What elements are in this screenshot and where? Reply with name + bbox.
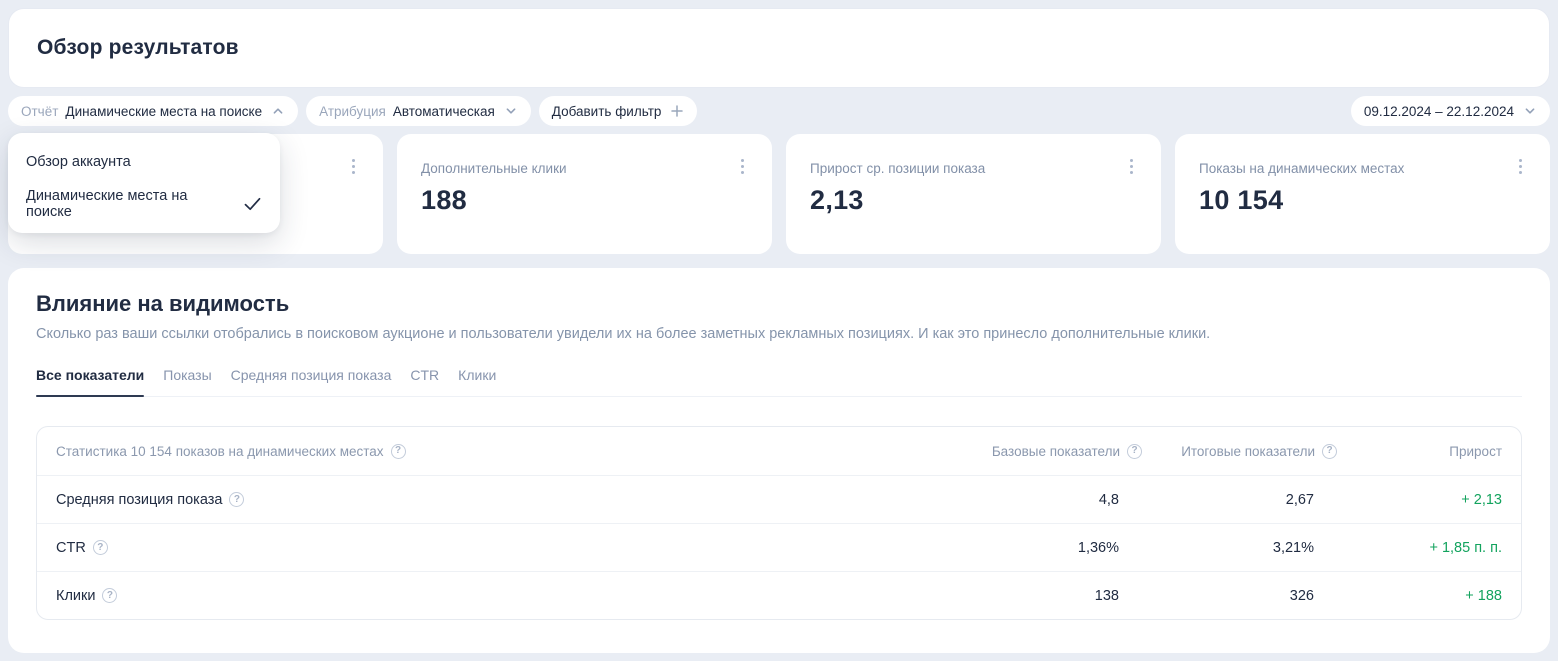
- report-filter-pill[interactable]: Отчёт Динамические места на поиске: [8, 96, 298, 126]
- dropdown-item-dynamic-places[interactable]: Динамические места на поиске: [8, 183, 280, 225]
- card-menu-button[interactable]: [730, 154, 754, 178]
- kebab-icon: [741, 159, 744, 162]
- kebab-icon: [1519, 159, 1522, 162]
- card-menu-button[interactable]: [1119, 154, 1143, 178]
- cell-growth: + 2,13: [1337, 492, 1502, 508]
- help-icon[interactable]: ?: [93, 540, 108, 555]
- help-icon[interactable]: ?: [102, 588, 117, 603]
- results-overview-page: Обзор результатов Отчёт Динамические мес…: [0, 0, 1558, 661]
- attribution-filter-value: Автоматическая: [393, 104, 495, 119]
- tab-clicks[interactable]: Клики: [458, 367, 496, 396]
- date-range-picker[interactable]: 09.12.2024 – 22.12.2024: [1351, 96, 1550, 126]
- table-row-clicks: Клики ? 138 326 + 188: [37, 571, 1521, 619]
- attribution-filter-label: Атрибуция: [319, 104, 386, 119]
- summary-card-extra-clicks: Дополнительные клики 188: [397, 134, 772, 254]
- dropdown-item-label: Динамические места на поиске: [26, 188, 234, 220]
- column-header-growth: Прирост: [1337, 444, 1502, 459]
- stats-table: Статистика 10 154 показов на динамически…: [36, 426, 1522, 620]
- report-filter-value: Динамические места на поиске: [65, 104, 262, 119]
- tab-ctr[interactable]: CTR: [410, 367, 439, 396]
- summary-card-avg-position-growth: Прирост ср. позиции показа 2,13: [786, 134, 1161, 254]
- cell-base: 1,36%: [942, 540, 1142, 556]
- cell-final: 2,67: [1142, 492, 1337, 508]
- card-label: Дополнительные клики: [421, 161, 748, 176]
- table-title: Статистика 10 154 показов на динамически…: [56, 444, 384, 459]
- tab-impressions[interactable]: Показы: [163, 367, 211, 396]
- table-row-avg-position: Средняя позиция показа ? 4,8 2,67 + 2,13: [37, 475, 1521, 523]
- report-dropdown: Обзор аккаунта Динамические места на пои…: [8, 133, 280, 233]
- attribution-filter-pill[interactable]: Атрибуция Автоматическая: [306, 96, 531, 126]
- kebab-icon: [1130, 159, 1133, 162]
- card-menu-button[interactable]: [1508, 154, 1532, 178]
- dropdown-item-account-overview[interactable]: Обзор аккаунта: [8, 141, 280, 183]
- section-title: Влияние на видимость: [36, 291, 1522, 317]
- add-filter-button[interactable]: Добавить фильтр: [539, 96, 698, 126]
- column-header-base: Базовые показатели ?: [942, 444, 1142, 459]
- plus-icon: [670, 104, 684, 118]
- tab-all-metrics[interactable]: Все показатели: [36, 367, 144, 396]
- date-range-value: 09.12.2024 – 22.12.2024: [1364, 104, 1514, 119]
- add-filter-label: Добавить фильтр: [552, 104, 662, 119]
- help-icon[interactable]: ?: [1127, 444, 1142, 459]
- card-value: 2,13: [810, 185, 1137, 216]
- visibility-section: Влияние на видимость Сколько раз ваши сс…: [8, 268, 1550, 653]
- cell-base: 138: [942, 588, 1142, 604]
- report-filter-label: Отчёт: [21, 104, 58, 119]
- help-icon[interactable]: ?: [1322, 444, 1337, 459]
- chevron-up-icon: [271, 104, 285, 118]
- card-value: 10 154: [1199, 185, 1526, 216]
- cell-final: 3,21%: [1142, 540, 1337, 556]
- row-label: Средняя позиция показа: [56, 492, 222, 508]
- metrics-tabs: Все показатели Показы Средняя позиция по…: [36, 367, 1522, 397]
- page-header: Обзор результатов: [8, 8, 1550, 88]
- filter-bar: Отчёт Динамические места на поиске Атриб…: [8, 96, 1550, 126]
- table-row-ctr: CTR ? 1,36% 3,21% + 1,85 п. п.: [37, 523, 1521, 571]
- row-label: CTR: [56, 540, 86, 556]
- chevron-down-icon: [504, 104, 518, 118]
- column-header-final: Итоговые показатели ?: [1142, 444, 1337, 459]
- cell-base: 4,8: [942, 492, 1142, 508]
- card-menu-button[interactable]: [341, 154, 365, 178]
- help-icon[interactable]: ?: [229, 492, 244, 507]
- row-label: Клики: [56, 588, 95, 604]
- card-value: 188: [421, 185, 748, 216]
- dropdown-item-label: Обзор аккаунта: [26, 154, 131, 170]
- table-header-row: Статистика 10 154 показов на динамически…: [37, 427, 1521, 475]
- cell-growth: + 1,85 п. п.: [1337, 540, 1502, 556]
- cell-growth: + 188: [1337, 588, 1502, 604]
- summary-card-dynamic-impressions: Показы на динамических местах 10 154: [1175, 134, 1550, 254]
- card-label: Прирост ср. позиции показа: [810, 161, 1137, 176]
- tab-avg-position[interactable]: Средняя позиция показа: [231, 367, 392, 396]
- card-label: Показы на динамических местах: [1199, 161, 1526, 176]
- page-title: Обзор результатов: [37, 36, 239, 60]
- kebab-icon: [352, 159, 355, 162]
- section-description: Сколько раз ваши ссылки отобрались в пои…: [36, 326, 1522, 342]
- cell-final: 326: [1142, 588, 1337, 604]
- check-icon: [243, 196, 262, 212]
- help-icon[interactable]: ?: [391, 444, 406, 459]
- chevron-down-icon: [1523, 104, 1537, 118]
